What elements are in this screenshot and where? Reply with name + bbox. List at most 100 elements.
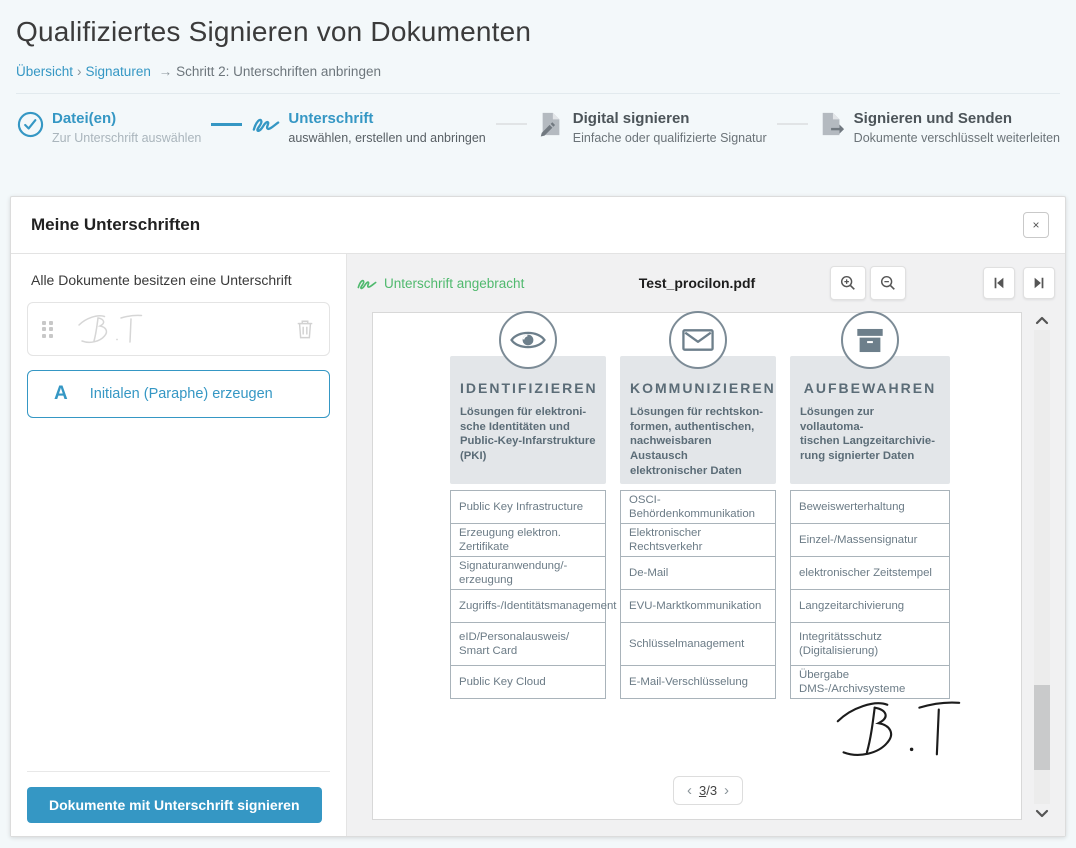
doc-column-subtitle: Lösungen für rechtskon- formen, authenti…: [630, 405, 766, 478]
doc-list-item: Beweiswerterhaltung: [790, 490, 950, 524]
wizard-step-subtitle: auswählen, erstellen und anbringen: [288, 131, 485, 145]
doc-column-header: KOMMUNIZIEREN Lösungen für rechtskon- fo…: [620, 356, 776, 484]
wizard-step-subtitle: Einfache oder qualifizierte Signatur: [573, 131, 767, 145]
skip-last-icon: [1032, 276, 1046, 290]
doc-list-item: Public Key Cloud: [450, 665, 606, 699]
scroll-down-icon[interactable]: [1034, 808, 1050, 820]
signature-squiggle-icon: [357, 276, 377, 291]
drag-handle-icon[interactable]: [42, 321, 53, 338]
doc-list-item: Schlüsselmanagement: [620, 622, 776, 666]
doc-column-header: IDENTIFIZIEREN Lösungen für elektroni- s…: [450, 356, 606, 484]
wizard-step-label: Digital signieren: [573, 110, 767, 128]
page-title: Qualifiziertes Signieren von Dokumenten: [16, 16, 1060, 48]
zoom-in-button[interactable]: [830, 266, 866, 300]
panel-title: Meine Unterschriften: [31, 215, 1023, 235]
doc-list-item: Elektronischer Rechtsverkehr: [620, 523, 776, 557]
doc-column-header: AUFBEWAHREN Lösungen zur vollautoma- tis…: [790, 356, 950, 484]
previous-page-icon[interactable]: ‹: [687, 783, 692, 798]
scroll-up-icon[interactable]: [1034, 314, 1050, 326]
wizard-step-subtitle: Zur Unterschrift auswählen: [52, 131, 201, 145]
signatures-sidebar: Alle Dokumente besitzen eine Unterschrif…: [11, 254, 346, 836]
wizard-connector: [496, 123, 527, 125]
next-page-icon[interactable]: ›: [724, 783, 729, 798]
doc-list-item: Public Key Infrastructure: [450, 490, 606, 524]
doc-list-item: Integritätsschutz (Digitalisierung): [790, 622, 950, 666]
doc-list-item: elektronischer Zeitstempel: [790, 556, 950, 590]
signature-squiggle-icon: [252, 110, 280, 138]
doc-list-item: Einzel-/Massensignatur: [790, 523, 950, 557]
wizard-step-label: Datei(en): [52, 110, 201, 128]
viewer-scrollbar: [1031, 314, 1053, 820]
doc-list-item: eID/Personalausweis/ Smart Card: [450, 622, 606, 666]
signature-list-item[interactable]: [27, 302, 330, 356]
scrollbar-track[interactable]: [1034, 330, 1050, 804]
doc-list-item: OSCI-Behördenkommunikation: [620, 490, 776, 524]
signatures-panel: Meine Unterschriften × Alle Dokumente be…: [10, 196, 1066, 837]
magnifier-minus-icon: [879, 274, 897, 292]
check-circle-icon: [16, 110, 44, 138]
viewer-toolbar: Unterschrift angebracht Test_procilon.pd…: [347, 254, 1065, 312]
close-icon[interactable]: ×: [1023, 212, 1049, 238]
last-document-button[interactable]: [1023, 267, 1055, 299]
breadcrumb-link-signaturen[interactable]: Signaturen: [86, 64, 151, 79]
doc-list-item: Zugriffs-/Identitätsmanagement: [450, 589, 606, 623]
signature-applied-status: Unterschrift angebracht: [357, 276, 524, 291]
trash-icon[interactable]: [295, 318, 315, 340]
breadcrumb-separator: ›: [77, 64, 82, 79]
placed-signature[interactable]: [828, 696, 968, 764]
doc-column-title: AUFBEWAHREN: [800, 380, 940, 396]
total-pages: 3: [710, 783, 717, 798]
archive-box-icon: [841, 311, 899, 369]
doc-list-item: Übergabe DMS-/Archivsysteme: [790, 665, 950, 699]
wizard-connector: [777, 123, 808, 125]
pdf-viewer: Unterschrift angebracht Test_procilon.pd…: [346, 254, 1065, 836]
doc-list-item: Langzeitarchivierung: [790, 589, 950, 623]
first-document-button[interactable]: [983, 267, 1015, 299]
page-header: Qualifiziertes Signieren von Dokumenten …: [0, 0, 1076, 94]
envelope-icon: [669, 311, 727, 369]
pdf-page: IDENTIFIZIEREN Lösungen für elektroni- s…: [372, 312, 1022, 820]
magnifier-plus-icon: [839, 274, 857, 292]
document-pen-icon: [537, 110, 565, 138]
doc-column-subtitle: Lösungen zur vollautoma- tischen Langzei…: [800, 405, 940, 464]
create-initials-button[interactable]: A Initialen (Paraphe) erzeugen: [27, 370, 330, 418]
create-initials-label: Initialen (Paraphe) erzeugen: [90, 386, 273, 402]
wizard-step-dateien[interactable]: Datei(en) Zur Unterschrift auswählen: [16, 110, 201, 145]
zoom-out-button[interactable]: [870, 266, 906, 300]
step-wizard: Datei(en) Zur Unterschrift auswählen Unt…: [0, 94, 1076, 159]
panel-header: Meine Unterschriften ×: [11, 197, 1065, 254]
doc-column-title: KOMMUNIZIEREN: [630, 380, 766, 396]
scrollbar-thumb[interactable]: [1034, 685, 1050, 770]
wizard-step-label: Unterschrift: [288, 110, 485, 128]
sign-documents-button[interactable]: Dokumente mit Unterschrift signieren: [27, 787, 322, 823]
doc-column-list: OSCI-Behördenkommunikation Elektronische…: [620, 490, 776, 699]
doc-column-subtitle: Lösungen für elektroni- sche Identitäten…: [460, 405, 596, 464]
doc-list-item: De-Mail: [620, 556, 776, 590]
wizard-step-digital-signieren[interactable]: Digital signieren Einfache oder qualifiz…: [537, 110, 767, 145]
doc-list-item: E-Mail-Verschlüsselung: [620, 665, 776, 699]
letter-a-icon: A: [54, 383, 68, 405]
document-filename: Test_procilon.pdf: [639, 275, 755, 291]
skip-first-icon: [992, 276, 1006, 290]
signature-status-text: Alle Dokumente besitzen eine Unterschrif…: [31, 272, 330, 288]
signature-preview-image: [75, 312, 296, 347]
wizard-step-label: Signieren und Senden: [854, 110, 1060, 128]
page-navigator: ‹ 3/3 ›: [673, 776, 743, 805]
breadcrumb-arrow: →: [159, 64, 173, 79]
doc-list-item: Erzeugung elektron. Zertifikate: [450, 523, 606, 557]
sidebar-divider: [27, 771, 330, 772]
eye-icon: [499, 311, 557, 369]
doc-list-item: Signaturanwendung/-erzeugung: [450, 556, 606, 590]
doc-column-list: Beweiswerterhaltung Einzel-/Massensignat…: [790, 490, 950, 699]
breadcrumb-link-uebersicht[interactable]: Übersicht: [16, 64, 73, 79]
document-send-icon: [818, 110, 846, 138]
wizard-step-unterschrift[interactable]: Unterschrift auswählen, erstellen und an…: [252, 110, 485, 145]
doc-list-item: EVU-Marktkommunikation: [620, 589, 776, 623]
wizard-step-signieren-senden[interactable]: Signieren und Senden Dokumente verschlüs…: [818, 110, 1060, 145]
breadcrumb-current: Schritt 2: Unterschriften anbringen: [176, 64, 381, 79]
wizard-step-subtitle: Dokumente verschlüsselt weiterleiten: [854, 131, 1060, 145]
status-label: Unterschrift angebracht: [384, 276, 524, 291]
doc-column-list: Public Key Infrastructure Erzeugung elek…: [450, 490, 606, 699]
doc-column-title: IDENTIFIZIEREN: [460, 380, 596, 396]
wizard-connector: [211, 123, 242, 126]
